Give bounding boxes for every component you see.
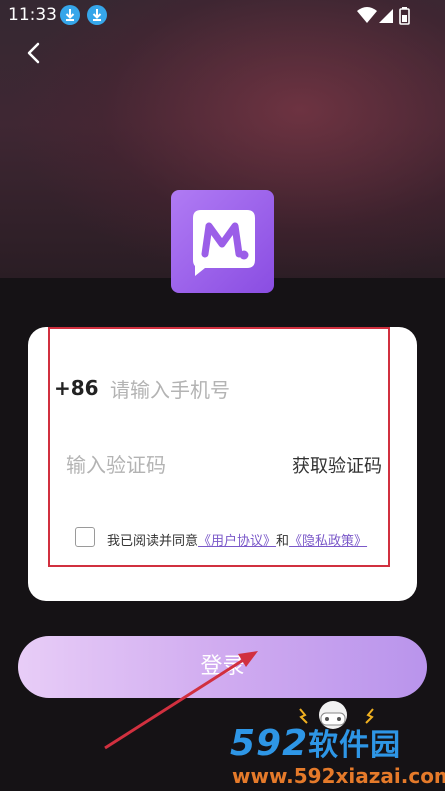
annotation-highlight-box bbox=[48, 327, 390, 567]
login-button[interactable]: 登录 bbox=[18, 636, 427, 698]
watermark: 592软件园 www.592xiazai.com bbox=[218, 718, 445, 791]
signal-icon bbox=[379, 9, 393, 23]
status-bar: 11:33 bbox=[0, 0, 445, 30]
back-button[interactable] bbox=[20, 38, 50, 68]
app-logo bbox=[171, 190, 274, 293]
watermark-brand: 592软件园 bbox=[230, 720, 401, 764]
system-icons bbox=[357, 6, 415, 31]
status-time: 11:33 bbox=[8, 5, 57, 25]
back-arrow-icon bbox=[27, 42, 40, 64]
watermark-brand-number: 592 bbox=[230, 723, 309, 764]
watermark-brand-text: 软件园 bbox=[308, 728, 402, 763]
battery-icon bbox=[399, 7, 410, 25]
watermark-url: www.592xiazai.com bbox=[232, 764, 445, 788]
download-icon bbox=[60, 5, 80, 25]
download-icon bbox=[87, 5, 107, 25]
app-logo-m-icon bbox=[193, 210, 255, 276]
wifi-icon bbox=[357, 7, 377, 23]
